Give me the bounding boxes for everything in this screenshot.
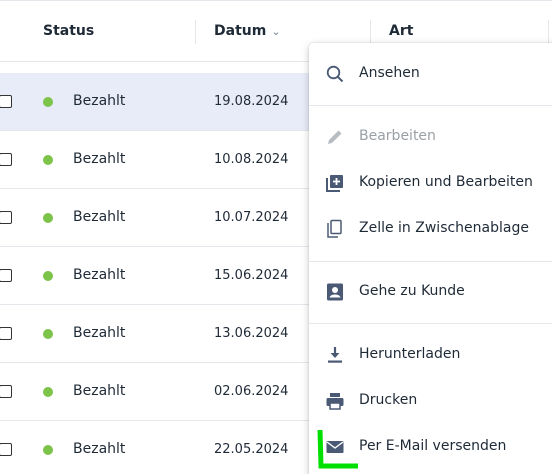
- highlight-annotation: [317, 429, 358, 469]
- row-checkbox[interactable]: [0, 269, 12, 282]
- status-cell: Bezahlt: [73, 383, 126, 399]
- column-divider[interactable]: [370, 20, 371, 44]
- menu-item-label: Gehe zu Kunde: [359, 283, 465, 299]
- column-divider[interactable]: [548, 20, 549, 44]
- row-checkbox[interactable]: [0, 327, 12, 340]
- menu-item-herunterladen[interactable]: Herunterladen: [309, 335, 552, 375]
- chevron-down-icon[interactable]: ⌄: [271, 25, 280, 38]
- row-checkbox[interactable]: [0, 95, 12, 108]
- status-dot-icon: [43, 271, 53, 281]
- date-cell: 19.08.2024: [214, 94, 289, 109]
- status-dot-icon: [43, 329, 53, 339]
- context-menu: Ansehen Bearbeiten Kopieren und Bearbeit…: [309, 43, 552, 474]
- menu-item-label: Drucken: [359, 392, 418, 408]
- menu-item-label: Per E-Mail versenden: [359, 438, 507, 454]
- contact-icon: [327, 283, 343, 301]
- row-checkbox[interactable]: [0, 443, 12, 456]
- row-checkbox[interactable]: [0, 385, 12, 398]
- column-divider[interactable]: [195, 20, 196, 44]
- status-dot-icon: [43, 445, 53, 455]
- status-dot-icon: [43, 155, 53, 165]
- row-checkbox[interactable]: [0, 153, 12, 166]
- status-cell: Bezahlt: [73, 267, 126, 283]
- menu-divider: [309, 105, 552, 106]
- menu-item-label: Kopieren und Bearbeiten: [359, 174, 533, 190]
- status-dot-icon: [43, 387, 53, 397]
- status-dot-icon: [43, 97, 53, 107]
- menu-item-ansehen[interactable]: Ansehen: [309, 54, 552, 94]
- date-cell: 22.05.2024: [214, 442, 289, 457]
- status-cell: Bezahlt: [73, 93, 126, 109]
- menu-item-kopieren-und-bearbeiten[interactable]: Kopieren und Bearbeiten: [309, 163, 552, 203]
- clipboard-copy-icon: [327, 219, 342, 238]
- date-cell: 10.07.2024: [214, 210, 289, 225]
- status-cell: Bezahlt: [73, 441, 126, 457]
- menu-item-label: Zelle in Zwischenablage: [359, 220, 529, 236]
- copy-plus-icon: [326, 175, 343, 192]
- column-header-art[interactable]: Art: [389, 23, 413, 39]
- date-cell: 02.06.2024: [214, 384, 289, 399]
- menu-item-bearbeiten[interactable]: Bearbeiten: [309, 117, 552, 157]
- menu-item-zelle-in-zwischenablage[interactable]: Zelle in Zwischenablage: [309, 209, 552, 249]
- menu-item-drucken[interactable]: Drucken: [309, 381, 552, 421]
- date-cell: 10.08.2024: [214, 152, 289, 167]
- date-cell: 15.06.2024: [214, 268, 289, 283]
- menu-item-gehe-zu-kunde[interactable]: Gehe zu Kunde: [309, 272, 552, 312]
- pencil-icon: [328, 130, 342, 144]
- search-icon: [326, 65, 344, 83]
- column-header-status[interactable]: Status: [43, 23, 94, 39]
- status-cell: Bezahlt: [73, 325, 126, 341]
- download-icon: [328, 347, 342, 363]
- column-header-datum[interactable]: Datum ⌄: [214, 23, 281, 39]
- status-dot-icon: [43, 213, 53, 223]
- row-checkbox[interactable]: [0, 211, 12, 224]
- menu-divider: [309, 261, 552, 262]
- menu-divider: [309, 323, 552, 324]
- status-cell: Bezahlt: [73, 209, 126, 225]
- menu-item-label: Ansehen: [359, 65, 420, 81]
- date-cell: 13.06.2024: [214, 326, 289, 341]
- print-icon: [326, 393, 344, 410]
- column-header-datum-label: Datum: [214, 23, 267, 39]
- status-cell: Bezahlt: [73, 151, 126, 167]
- menu-item-label: Herunterladen: [359, 346, 461, 362]
- menu-item-label: Bearbeiten: [359, 128, 436, 144]
